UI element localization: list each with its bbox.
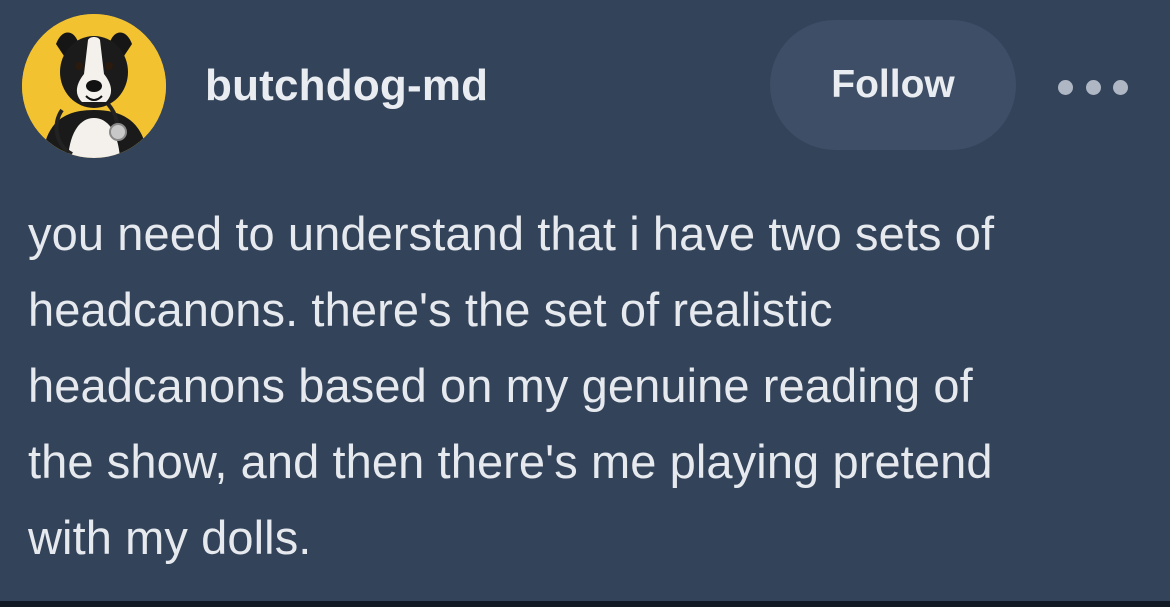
post-body-line: headcanons based on my genuine reading o… (28, 359, 973, 412)
dog-avatar-icon (22, 14, 166, 158)
more-options-icon[interactable] (1058, 72, 1128, 102)
more-dot-icon (1113, 79, 1128, 95)
post-body-line: the show, and then there's me playing pr… (28, 435, 993, 488)
bottom-divider (0, 601, 1170, 607)
post-body-line: headcanons. there's the set of realistic (28, 283, 833, 336)
more-dot-icon (1058, 79, 1073, 95)
more-dot-icon (1085, 79, 1101, 95)
post-header: butchdog-md Follow (0, 0, 1170, 170)
post-body-line: with my dolls. (28, 511, 312, 564)
post-body-line: you need to understand that i have two s… (28, 207, 995, 260)
post-card: butchdog-md Follow you need to understan… (0, 0, 1170, 607)
avatar[interactable] (22, 14, 166, 158)
post-body: you need to understand that i have two s… (28, 196, 1148, 576)
follow-button[interactable]: Follow (770, 20, 1016, 150)
username[interactable]: butchdog-md (205, 60, 488, 112)
